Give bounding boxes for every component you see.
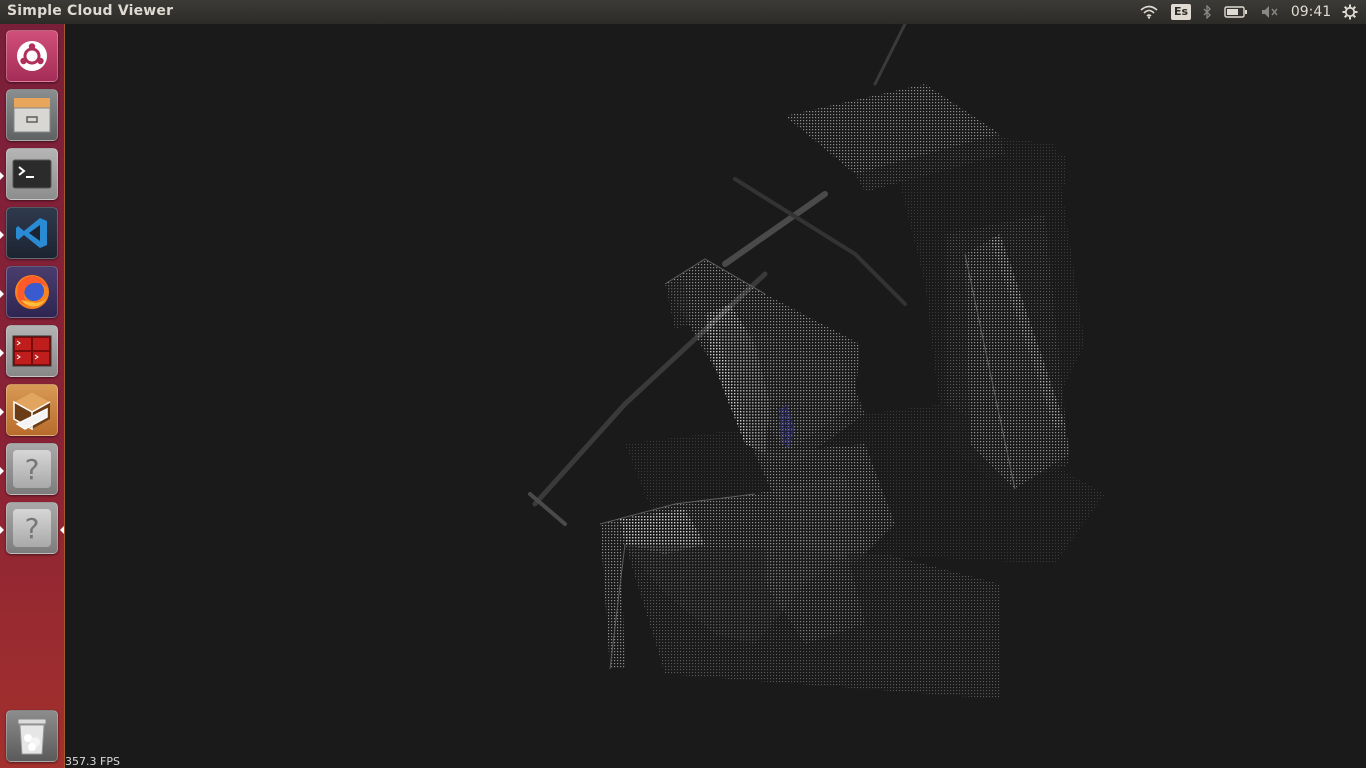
question-mark-icon: ? bbox=[13, 509, 51, 547]
running-indicator bbox=[0, 172, 4, 180]
launcher-item-unknown-app-2[interactable]: ? bbox=[6, 502, 58, 554]
launcher-item-box-app[interactable] bbox=[6, 384, 58, 436]
ubuntu-logo-icon bbox=[17, 41, 47, 71]
launcher-item-terminator[interactable] bbox=[6, 325, 58, 377]
launcher-item-firefox[interactable] bbox=[6, 266, 58, 318]
launcher-item-vscode[interactable] bbox=[6, 207, 58, 259]
launcher-item-unknown-app-1[interactable]: ? bbox=[6, 443, 58, 495]
wifi-icon[interactable] bbox=[1138, 0, 1160, 24]
volume-muted-icon[interactable] bbox=[1258, 0, 1282, 24]
window-title: Simple Cloud Viewer bbox=[7, 3, 174, 19]
file-cabinet-icon bbox=[13, 98, 51, 133]
launcher-item-files[interactable] bbox=[6, 89, 58, 141]
launcher-item-trash[interactable] bbox=[6, 710, 58, 762]
battery-icon[interactable] bbox=[1222, 0, 1250, 24]
trash-icon bbox=[17, 718, 47, 755]
launcher-item-terminal[interactable] bbox=[6, 148, 58, 200]
clock[interactable]: 09:41 bbox=[1288, 0, 1334, 24]
bluetooth-icon[interactable] bbox=[1198, 0, 1216, 24]
firefox-icon bbox=[15, 275, 49, 309]
focused-indicator bbox=[60, 526, 64, 534]
running-indicator bbox=[0, 231, 4, 239]
running-indicator bbox=[0, 467, 4, 475]
running-indicator bbox=[0, 290, 4, 298]
terminator-icon bbox=[12, 335, 52, 367]
point-cloud bbox=[528, 24, 1105, 699]
running-indicator bbox=[0, 526, 4, 534]
vscode-icon bbox=[16, 218, 47, 248]
fps-counter: 357.3 FPS bbox=[65, 755, 120, 768]
top-panel: Simple Cloud Viewer Es 09:41 bbox=[0, 0, 1366, 24]
terminal-icon bbox=[12, 159, 52, 189]
point-cloud-viewport[interactable] bbox=[65, 24, 1366, 768]
launcher-item-dash[interactable] bbox=[6, 30, 58, 82]
keyboard-layout-indicator[interactable]: Es bbox=[1170, 0, 1192, 24]
launcher: ? ? bbox=[0, 24, 65, 768]
running-indicator bbox=[0, 408, 4, 416]
question-mark-icon: ? bbox=[13, 450, 51, 488]
central-object bbox=[665, 259, 865, 464]
running-indicator bbox=[0, 349, 4, 357]
isometric-box-icon bbox=[13, 392, 51, 431]
keyboard-layout-label: Es bbox=[1170, 4, 1192, 20]
session-gear-icon[interactable] bbox=[1339, 0, 1361, 24]
